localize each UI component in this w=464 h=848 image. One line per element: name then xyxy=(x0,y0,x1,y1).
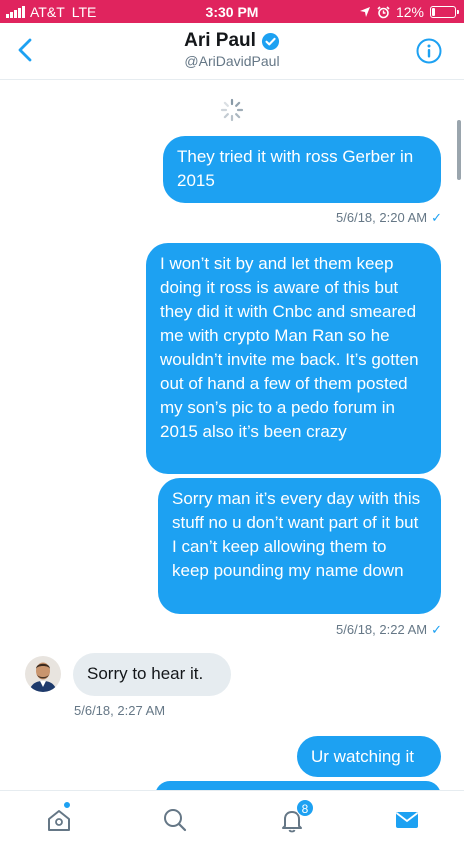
read-check-icon: ✓ xyxy=(431,210,442,225)
message-bubble-sent[interactable]: I won’t sit by and let them keep doing i… xyxy=(146,243,441,474)
contact-name[interactable]: Ari Paul xyxy=(184,30,256,52)
message-bubble-received[interactable]: Sorry to hear it. xyxy=(73,653,231,696)
message-timestamp: 5/6/18, 2:22 AM ✓ xyxy=(336,622,442,637)
conversation-header: Ari Paul @AriDavidPaul xyxy=(0,23,464,80)
alarm-icon xyxy=(377,5,390,18)
message-bubble-sent[interactable]: They tried it with ross Gerber in 2015 xyxy=(163,136,441,203)
contact-handle: @AriDavidPaul xyxy=(184,53,280,69)
search-icon[interactable] xyxy=(161,806,189,834)
message-timestamp: 5/6/18, 2:27 AM xyxy=(74,703,166,718)
battery-percent: 12% xyxy=(395,4,424,20)
location-icon xyxy=(359,7,370,17)
battery-icon xyxy=(430,6,459,18)
messages-icon[interactable] xyxy=(393,806,421,834)
home-new-dot xyxy=(63,801,71,809)
home-icon[interactable] xyxy=(45,806,73,834)
message-timestamp: 5/6/18, 2:20 AM ✓ xyxy=(336,210,442,225)
read-check-icon: ✓ xyxy=(431,622,442,637)
scrollbar[interactable] xyxy=(457,120,461,180)
status-bar: AT&T LTE 3:30 PM 12% xyxy=(0,0,464,23)
verified-badge-icon xyxy=(261,32,279,50)
message-bubble-sent[interactable]: Ur watching it xyxy=(297,736,441,777)
loading-spinner-icon xyxy=(220,98,244,122)
avatar[interactable] xyxy=(25,656,61,692)
info-icon[interactable] xyxy=(416,38,442,64)
message-bubble-sent[interactable]: Sorry man it’s every day with this stuff… xyxy=(158,478,441,614)
notifications-badge: 8 xyxy=(296,799,314,817)
